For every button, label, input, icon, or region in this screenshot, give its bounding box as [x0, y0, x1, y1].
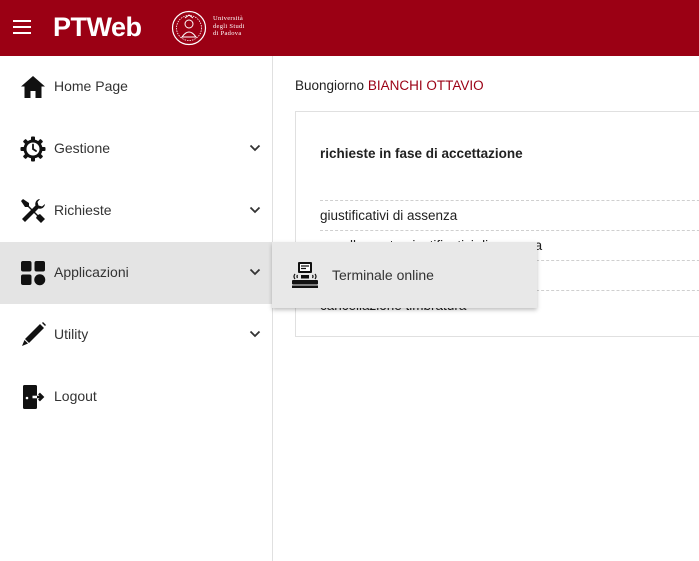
sidebar-item-gestione[interactable]: Gestione	[0, 118, 272, 180]
apps-grid-icon	[21, 261, 46, 286]
sidebar-item-richieste[interactable]: Richieste	[0, 180, 272, 242]
university-name: Università degli Studi di Padova	[213, 15, 245, 37]
hamburger-menu-icon[interactable]	[13, 20, 31, 34]
sidebar-item-label: Logout	[54, 388, 97, 404]
list-item-label: giustificativi di assenza	[320, 208, 458, 223]
sidebar-item-label: Richieste	[54, 202, 112, 218]
home-icon	[21, 76, 45, 98]
main-content: Buongiorno BIANCHI OTTAVIO richieste in …	[273, 56, 699, 561]
chevron-down-icon[interactable]	[249, 330, 261, 338]
university-seal-icon	[171, 10, 207, 46]
sidebar-item-utility[interactable]: Utility	[0, 304, 272, 366]
list-item[interactable]: giustificativi di assenza	[320, 200, 699, 231]
chevron-down-icon[interactable]	[249, 268, 261, 276]
top-app-bar: PTWeb Università degli Studi di Padova	[0, 0, 699, 56]
app-logo[interactable]: PTWeb	[53, 11, 142, 43]
chevron-down-icon[interactable]	[249, 144, 261, 152]
card-title: richieste in fase di accettazione	[320, 146, 523, 161]
submenu-item-label: Terminale online	[332, 267, 434, 283]
sidebar-nav: Home Page Gestione Richieste Applicazion…	[0, 56, 273, 561]
sidebar-item-label: Applicazioni	[54, 264, 129, 280]
sidebar-item-logout[interactable]: Logout	[0, 366, 272, 428]
greeting: Buongiorno BIANCHI OTTAVIO	[295, 78, 484, 93]
time-terminal-icon	[292, 262, 318, 288]
sidebar-item-label: Utility	[54, 326, 89, 342]
pen-icon	[22, 322, 46, 346]
sidebar-item-applicazioni[interactable]: Applicazioni	[0, 242, 272, 304]
tools-icon	[21, 199, 45, 223]
sidebar-item-home-page[interactable]: Home Page	[0, 56, 272, 118]
logout-icon	[23, 385, 45, 409]
sidebar-item-label: Home Page	[54, 78, 128, 94]
sidebar-item-label: Gestione	[54, 140, 111, 156]
chevron-down-icon[interactable]	[249, 206, 261, 214]
submenu-item-terminale-online[interactable]: Terminale online	[272, 242, 537, 308]
gear-clock-icon	[20, 136, 46, 162]
user-name: BIANCHI OTTAVIO	[367, 78, 484, 93]
greeting-text: Buongiorno	[295, 78, 365, 93]
